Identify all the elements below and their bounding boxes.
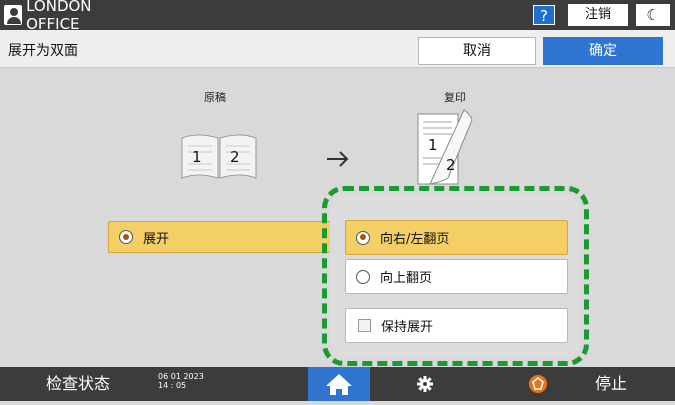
datetime: 06 01 2023 14 : 05 (158, 372, 204, 390)
user-button[interactable]: LONDON OFFICE (4, 0, 138, 33)
duplex-copy-icon (417, 109, 473, 185)
flip-up-radio[interactable] (356, 269, 370, 284)
ok-button[interactable]: 确定 (543, 37, 663, 65)
option-flip-right-left[interactable]: 向右/左翻页 (345, 220, 568, 255)
stop-icon (528, 374, 548, 394)
time-text: 14 : 05 (158, 381, 187, 390)
keep-expanded-label: 保持展开 (381, 320, 434, 335)
copy-page-1: 1 (428, 136, 438, 154)
flip-right-left-label: 向右/左翻页 (380, 232, 450, 247)
page-title: 展开为双面 (8, 43, 78, 59)
copy-label: 复印 (444, 91, 466, 104)
copy-page-2: 2 (446, 156, 456, 174)
expand-label: 展开 (143, 231, 170, 247)
settings-button[interactable] (405, 367, 445, 401)
flip-right-left-radio[interactable] (356, 230, 370, 245)
check-status-button[interactable]: 检查状态 (14, 367, 142, 401)
original-page-2: 2 (230, 148, 240, 166)
stop-label: 停止 (595, 374, 628, 393)
sleep-button[interactable]: ☾ (636, 4, 670, 26)
original-label: 原稿 (204, 91, 226, 104)
gear-icon (417, 376, 433, 392)
option-flip-up[interactable]: 向上翻页 (345, 259, 568, 294)
flip-up-label: 向上翻页 (380, 271, 433, 286)
cancel-button[interactable]: 取消 (418, 37, 536, 65)
expand-radio[interactable] (119, 230, 133, 244)
expand-option[interactable]: 展开 (108, 221, 333, 253)
date-text: 06 01 2023 (158, 372, 204, 381)
arrow-right-icon (327, 151, 349, 167)
help-button[interactable]: ? (533, 5, 555, 25)
home-icon (326, 374, 352, 395)
logout-button[interactable]: 注销 (568, 4, 628, 26)
moon-icon: ☾ (646, 6, 660, 24)
user-label: LONDON OFFICE (26, 0, 92, 33)
keep-expanded-checkbox[interactable] (358, 319, 371, 332)
user-icon (4, 5, 23, 25)
original-page-1: 1 (192, 148, 202, 166)
option-keep-expanded[interactable]: 保持展开 (345, 308, 568, 343)
home-button[interactable] (308, 367, 370, 401)
